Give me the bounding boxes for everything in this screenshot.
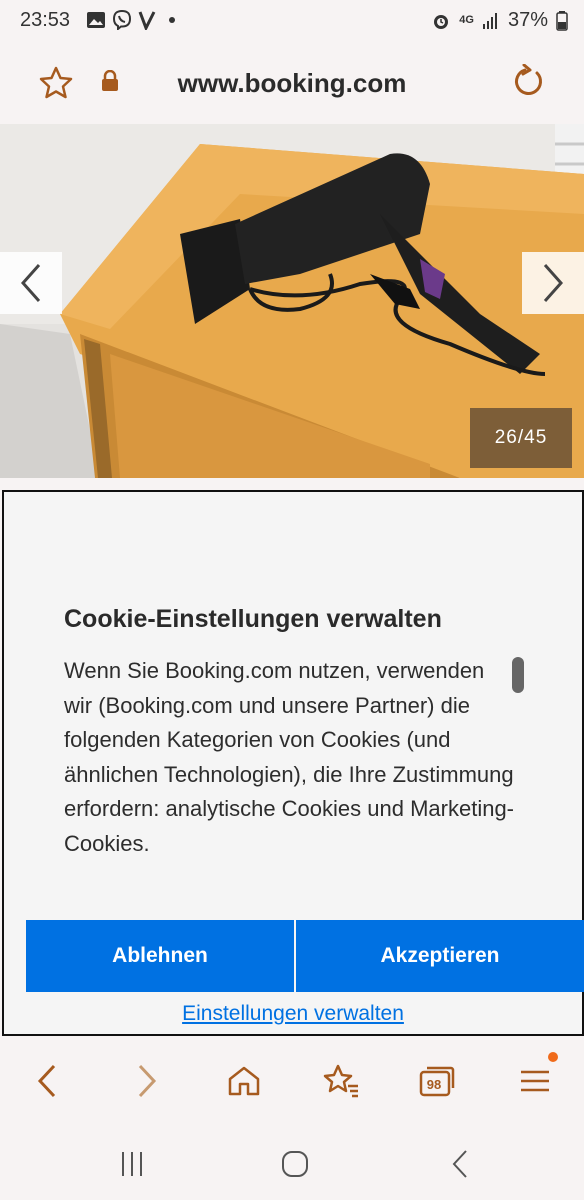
tabs-button[interactable]: 98	[414, 1058, 460, 1104]
recent-apps-icon	[122, 1152, 142, 1176]
status-time: 23:53	[20, 9, 71, 31]
notification-dot	[548, 1052, 558, 1062]
gallery-prev-button[interactable]	[0, 252, 62, 314]
viber-icon	[112, 10, 132, 30]
gallery-next-button[interactable]	[522, 252, 584, 314]
property-photo[interactable]: 26/45	[0, 124, 584, 478]
network-4g-icon: 4G	[459, 14, 474, 26]
home-icon	[228, 1066, 260, 1096]
scrollbar[interactable]	[512, 657, 524, 693]
alarm-icon	[434, 14, 449, 29]
home-system-icon	[282, 1151, 308, 1177]
dot-icon	[169, 17, 175, 23]
bookmarks-button[interactable]	[318, 1058, 364, 1104]
forward-icon	[138, 1064, 157, 1098]
reload-icon[interactable]	[510, 63, 546, 105]
home-button[interactable]	[221, 1058, 267, 1104]
cookie-dialog: Cookie-Einstellungen verwalten Wenn Sie …	[2, 490, 584, 1036]
battery-icon	[556, 10, 568, 31]
browser-bottom-nav: 98	[0, 1036, 584, 1120]
chevron-left-icon	[20, 264, 41, 302]
gallery-counter: 26/45	[470, 408, 572, 468]
system-nav-bar	[0, 1120, 584, 1200]
cookie-dialog-title: Cookie-Einstellungen verwalten	[64, 605, 442, 633]
recent-apps-button[interactable]	[112, 1144, 152, 1184]
status-bar: 23:53 4G 37%	[0, 0, 584, 42]
battery-text: 37%	[507, 9, 548, 31]
signal-icon	[482, 12, 497, 29]
forward-button[interactable]	[124, 1058, 170, 1104]
back-system-button[interactable]	[440, 1144, 480, 1184]
menu-button[interactable]	[512, 1052, 558, 1104]
back-system-icon	[452, 1150, 467, 1178]
manage-settings-link[interactable]: Einstellungen verwalten	[4, 1002, 582, 1026]
menu-icon	[521, 1070, 549, 1092]
back-button[interactable]	[24, 1058, 70, 1104]
back-icon	[37, 1064, 56, 1098]
tabs-count: 98	[426, 1077, 442, 1092]
chevron-right-icon	[543, 264, 564, 302]
accept-button[interactable]: Akzeptieren	[296, 920, 584, 992]
cookie-dialog-body: Wenn Sie Booking.com nutzen, verwenden w…	[64, 658, 515, 856]
gallery-icon	[87, 12, 105, 28]
browser-url-bar: www.booking.com	[0, 42, 584, 124]
home-system-button[interactable]	[275, 1144, 315, 1184]
v-app-icon	[138, 11, 156, 30]
bookmarks-icon	[323, 1064, 358, 1098]
url-text[interactable]: www.booking.com	[0, 68, 584, 99]
decline-button[interactable]: Ablehnen	[26, 920, 294, 992]
